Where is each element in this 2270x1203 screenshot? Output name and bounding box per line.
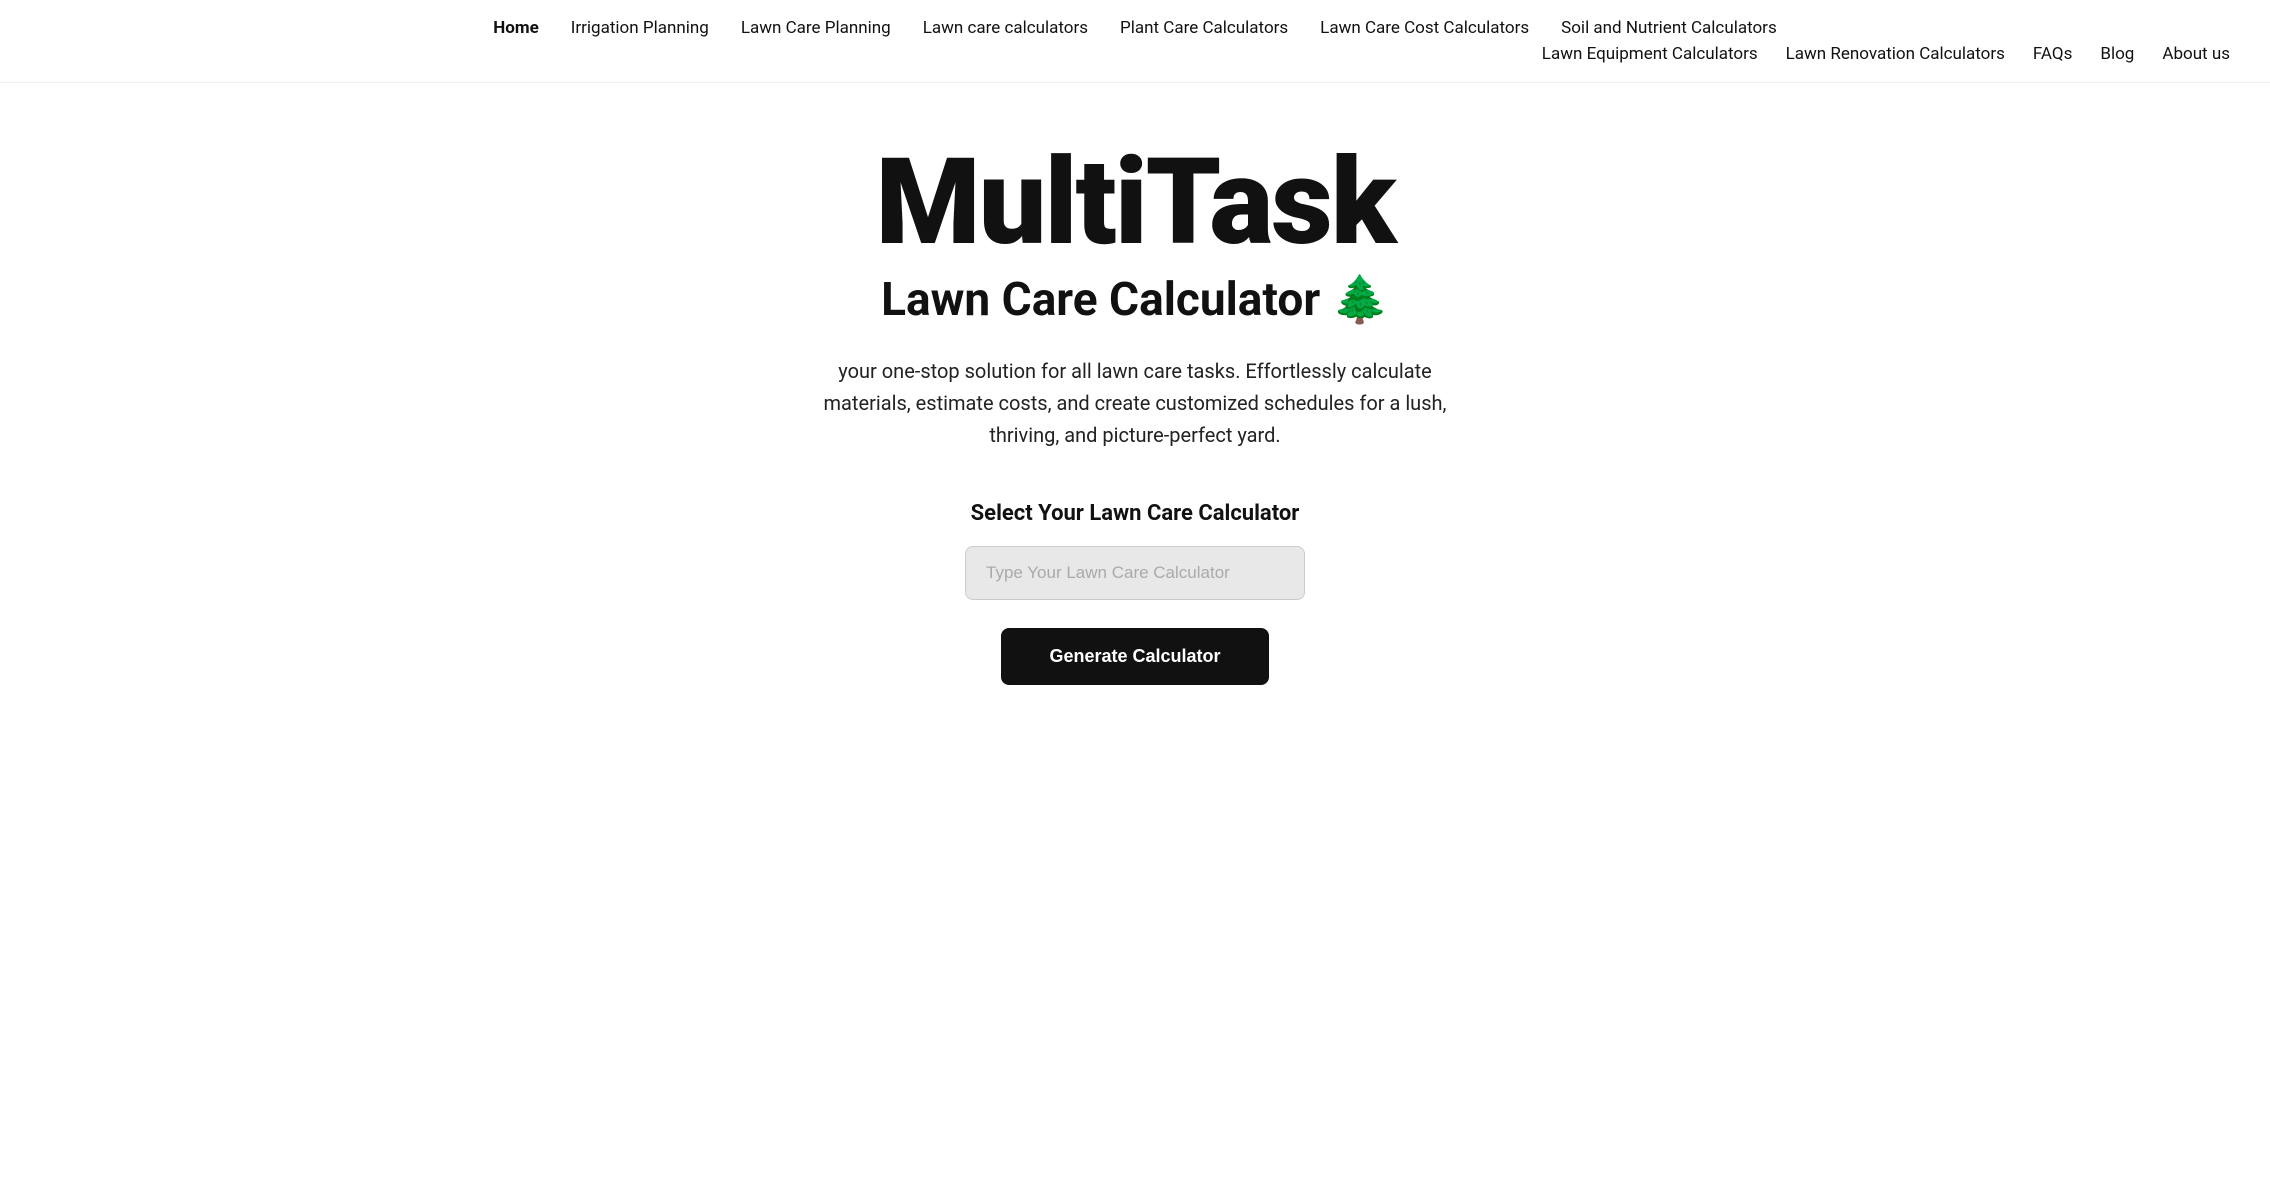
main-nav: Home Irrigation Planning Lawn Care Plannin… xyxy=(0,0,2270,83)
nav-row-2: Lawn Equipment Calculators Lawn Renovatio… xyxy=(40,44,2230,64)
nav-link-about-us[interactable]: About us xyxy=(2162,44,2230,64)
nav-link-home[interactable]: Home xyxy=(493,18,539,38)
nav-link-lawn-care-calculators[interactable]: Lawn care calculators xyxy=(923,18,1088,38)
calculator-input[interactable] xyxy=(965,546,1305,600)
nav-link-faqs[interactable]: FAQs xyxy=(2033,44,2072,64)
calculator-label: Select Your Lawn Care Calculator xyxy=(971,501,1300,526)
hero-title: MultiTask xyxy=(876,143,1395,263)
nav-link-lawn-renovation-calculators[interactable]: Lawn Renovation Calculators xyxy=(1786,44,2005,64)
nav-link-soil-and-nutrient-calculators[interactable]: Soil and Nutrient Calculators xyxy=(1561,18,1777,38)
nav-link-lawn-care-cost-calculators[interactable]: Lawn Care Cost Calculators xyxy=(1320,18,1529,38)
calculator-section: Select Your Lawn Care Calculator Generat… xyxy=(20,501,2250,685)
hero-section: MultiTask Lawn Care Calculator 🌲 your on… xyxy=(0,83,2270,725)
generate-calculator-button[interactable]: Generate Calculator xyxy=(1001,628,1268,685)
nav-link-irrigation-planning[interactable]: Irrigation Planning xyxy=(571,18,709,38)
nav-link-lawn-equipment-calculators[interactable]: Lawn Equipment Calculators xyxy=(1542,44,1758,64)
nav-link-blog[interactable]: Blog xyxy=(2100,44,2134,64)
nav-link-plant-care-calculators[interactable]: Plant Care Calculators xyxy=(1120,18,1288,38)
hero-subtitle: Lawn Care Calculator 🌲 xyxy=(881,273,1389,327)
hero-description: your one-stop solution for all lawn care… xyxy=(795,355,1475,451)
nav-link-lawn-care-planning[interactable]: Lawn Care Planning xyxy=(741,18,891,38)
nav-row-1: Home Irrigation Planning Lawn Care Plannin… xyxy=(40,18,2230,38)
